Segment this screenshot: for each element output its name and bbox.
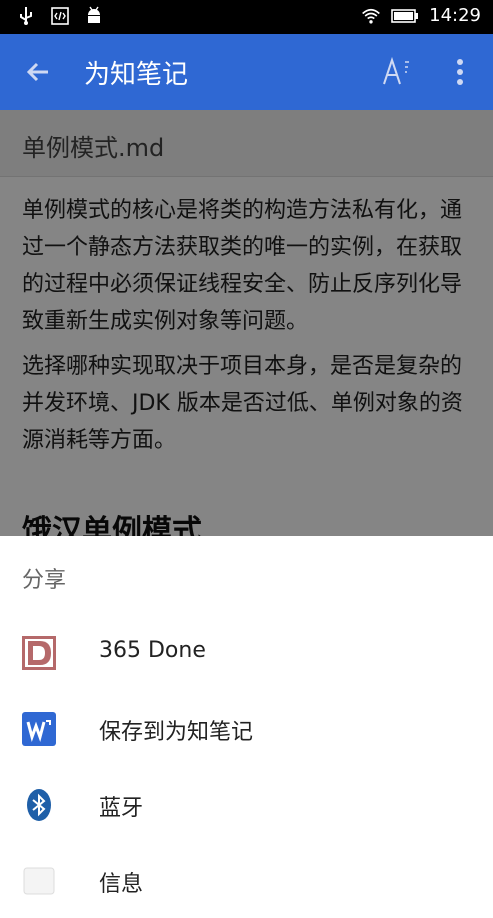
share-item-label: 蓝牙	[99, 796, 144, 821]
status-bar: 14:29	[0, 0, 493, 34]
arrow-back-icon[interactable]	[22, 56, 54, 88]
battery-icon	[391, 6, 419, 26]
app-title: 为知笔记	[84, 60, 189, 90]
share-item-label: 信息	[99, 872, 144, 897]
message-icon	[22, 864, 56, 898]
share-sheet-title: 分享	[22, 568, 67, 593]
share-item-message[interactable]: 信息	[0, 842, 493, 918]
code-icon	[50, 6, 70, 26]
more-vert-icon[interactable]	[446, 56, 474, 88]
365-done-icon	[22, 636, 56, 670]
bluetooth-icon	[22, 788, 56, 822]
app-bar: 为知笔记	[0, 34, 493, 110]
share-item-bluetooth[interactable]: 蓝牙	[0, 766, 493, 842]
share-item-label: 365 Done	[99, 638, 206, 663]
wiz-note-icon	[22, 712, 56, 746]
usb-icon	[16, 6, 36, 26]
status-time: 14:29	[429, 5, 481, 26]
dim-overlay[interactable]	[0, 110, 493, 536]
share-sheet: 分享 365 Done 保存到为知笔记 蓝牙 信息	[0, 536, 493, 897]
share-item-label: 保存到为知笔记	[99, 720, 254, 745]
font-size-icon[interactable]	[378, 52, 414, 92]
share-item-365-done[interactable]: 365 Done	[0, 614, 493, 690]
android-icon	[84, 6, 104, 26]
wifi-icon	[361, 6, 381, 26]
share-item-wiz-note[interactable]: 保存到为知笔记	[0, 690, 493, 766]
